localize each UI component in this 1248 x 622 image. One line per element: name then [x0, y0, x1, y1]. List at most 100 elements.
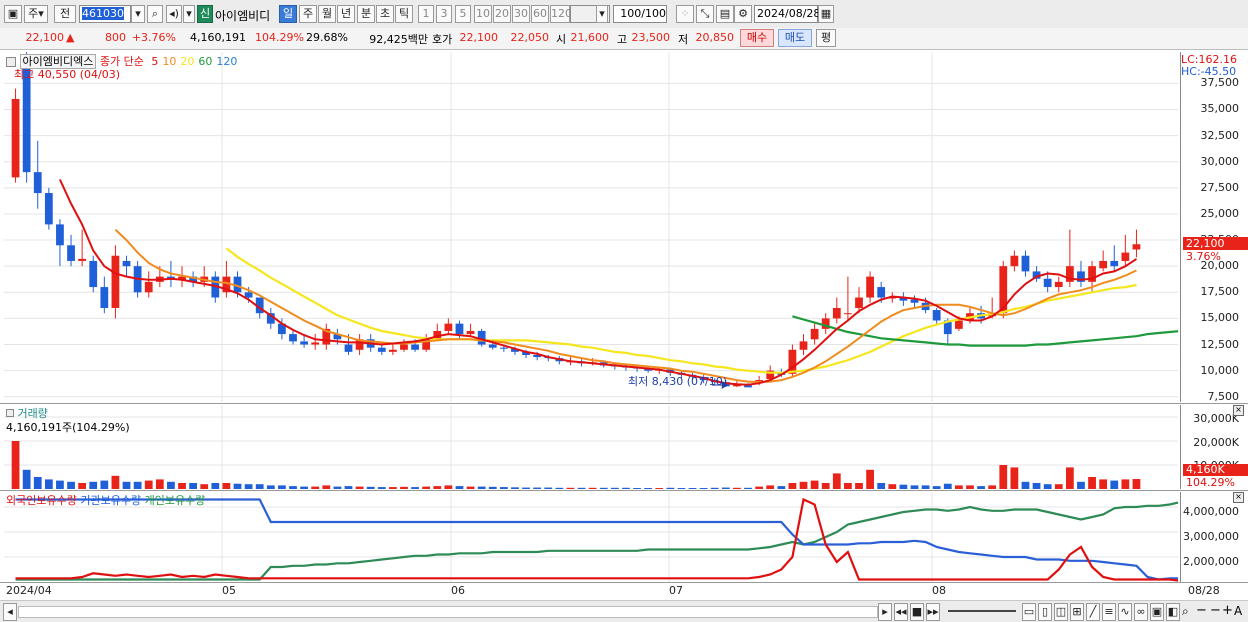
volume-bar [167, 481, 175, 489]
price-tick: 7,500 [1207, 389, 1240, 403]
stock-name: 아이엠비디 [215, 9, 271, 23]
sell-button[interactable]: 매도 [778, 29, 812, 47]
zoom-slider[interactable] [948, 610, 1016, 612]
volume-bar [144, 480, 153, 489]
link-icon[interactable]: ∞ [1134, 603, 1148, 621]
toolbar: ▣ 주▾ 전 461030 ▾ ⌕ ◂) ▾ 신 아이엠비디 일주월년분초틱 1… [0, 0, 1248, 29]
interval-button-5[interactable]: 5 [455, 5, 471, 23]
volume-bar [233, 483, 242, 489]
zoom-icon[interactable]: ⌕ [1182, 604, 1189, 619]
scroll-right-icon[interactable]: ▸ [878, 603, 892, 621]
ma-legend-120[interactable]: 120 [216, 55, 237, 68]
volume-bar [455, 486, 464, 489]
period-button-week[interactable]: 주 [299, 5, 317, 23]
interval-button-10[interactable]: 10 [474, 5, 492, 23]
candle-body [810, 328, 819, 340]
volume-bar [1043, 484, 1052, 489]
hoga-label: 호가 [432, 33, 453, 46]
price-chart[interactable] [4, 51, 1204, 402]
candle-body [78, 258, 87, 261]
close-holders-icon[interactable]: × [1233, 492, 1244, 503]
layout-2-icon[interactable]: ▯ [1038, 603, 1052, 621]
stock-code-input[interactable]: 461030 [79, 5, 131, 23]
interval-button-3[interactable]: 3 [436, 5, 452, 23]
draw-icon[interactable]: ∿ [1118, 603, 1132, 621]
crosshair-icon[interactable]: ⤡ [696, 5, 714, 23]
auto-scale-icon[interactable]: A [1234, 604, 1242, 618]
layout-1-icon[interactable]: ▭ [1022, 603, 1036, 621]
volume-bar [699, 488, 708, 489]
price-tick: 30,000 [1200, 154, 1240, 168]
volume-bar [211, 483, 220, 489]
interval-button-30[interactable]: 30 [512, 5, 530, 23]
layout-4-icon[interactable]: ⊞ [1070, 603, 1084, 621]
close-volume-icon[interactable]: × [1233, 405, 1244, 416]
ma-legend-10[interactable]: 10 [162, 55, 176, 68]
panel-divider[interactable] [0, 490, 1248, 491]
image-icon[interactable]: ▣ [1150, 603, 1164, 621]
interval-button-120[interactable]: 120 [550, 5, 572, 23]
interval-dropdown-icon[interactable]: ▾ [596, 5, 608, 23]
volume-chart[interactable] [4, 405, 1178, 489]
candle-body [832, 307, 841, 319]
interval-button-20[interactable]: 20 [493, 5, 511, 23]
compare-icon[interactable]: ⁘ [676, 5, 694, 23]
period-button-minute[interactable]: 분 [357, 5, 375, 23]
ask-price: 22,050 [510, 31, 550, 44]
interval-button-1[interactable]: 1 [418, 5, 434, 23]
ma-legend-60[interactable]: 60 [198, 55, 212, 68]
prev-button[interactable]: 전 [54, 5, 76, 23]
period-button-tick[interactable]: 틱 [395, 5, 413, 23]
fib-icon[interactable]: ≡ [1102, 603, 1116, 621]
zoom-out-icon[interactable]: − [1196, 603, 1207, 618]
volume-bar [610, 487, 619, 489]
fast-forward-icon[interactable]: ▸▸ [926, 603, 940, 621]
search-icon[interactable]: ⌕ [147, 5, 163, 23]
layout-3-icon[interactable]: ◫ [1054, 603, 1068, 621]
period-button-month[interactable]: 월 [318, 5, 336, 23]
volume-bar [366, 486, 375, 489]
scroll-left-icon[interactable]: ◂ [3, 603, 17, 621]
market-select[interactable]: 주▾ [24, 5, 48, 23]
count-input[interactable]: 100/100 [613, 5, 667, 23]
speaker-icon[interactable]: ◂) [166, 5, 182, 23]
high-price: 23,500 [631, 31, 671, 44]
ma-legend-20[interactable]: 20 [180, 55, 194, 68]
volume-toggle-icon[interactable] [6, 409, 14, 417]
layers-icon[interactable]: ◧ [1166, 603, 1180, 621]
date-input[interactable]: 2024/08/28 [754, 5, 820, 23]
volume-bar [577, 487, 586, 489]
volume-bar [777, 486, 786, 489]
panel-divider[interactable] [0, 403, 1248, 404]
horizontal-scrollbar[interactable] [18, 606, 878, 618]
ma-legend-5[interactable]: 5 [151, 55, 158, 68]
rewind-icon[interactable]: ◂◂ [894, 603, 908, 621]
x-label: 05 [222, 584, 236, 597]
calendar-icon[interactable]: ▦ [818, 5, 834, 23]
volume-bar [311, 486, 320, 489]
volume-bar [966, 485, 974, 489]
eval-button[interactable]: 평 [816, 29, 836, 47]
minus-icon[interactable]: − [1210, 603, 1221, 618]
volume-bar [544, 487, 553, 489]
buy-button[interactable]: 매수 [740, 29, 774, 47]
volume-bar [222, 483, 231, 489]
zoom-in-icon[interactable]: + [1222, 603, 1233, 618]
stop-icon[interactable]: ■ [910, 603, 924, 621]
candle-body [44, 193, 53, 225]
trend-line-icon[interactable]: ╱ [1086, 603, 1100, 621]
save-icon[interactable]: ▤ [716, 5, 734, 23]
interval-button-60[interactable]: 60 [531, 5, 549, 23]
period-button-day[interactable]: 일 [279, 5, 297, 23]
window-menu-icon[interactable]: ▣ [4, 5, 22, 23]
period-button-second[interactable]: 초 [376, 5, 394, 23]
period-button-year[interactable]: 년 [337, 5, 355, 23]
volume-bar [200, 484, 209, 489]
volume-bar [855, 483, 863, 489]
price-tick: 32,500 [1200, 128, 1240, 142]
gear-icon[interactable]: ⚙ [734, 5, 752, 23]
speaker-dropdown-icon[interactable]: ▾ [183, 5, 195, 23]
price-tick: 17,500 [1200, 285, 1240, 299]
code-dropdown-icon[interactable]: ▾ [131, 5, 145, 23]
volume-bar [266, 485, 275, 489]
